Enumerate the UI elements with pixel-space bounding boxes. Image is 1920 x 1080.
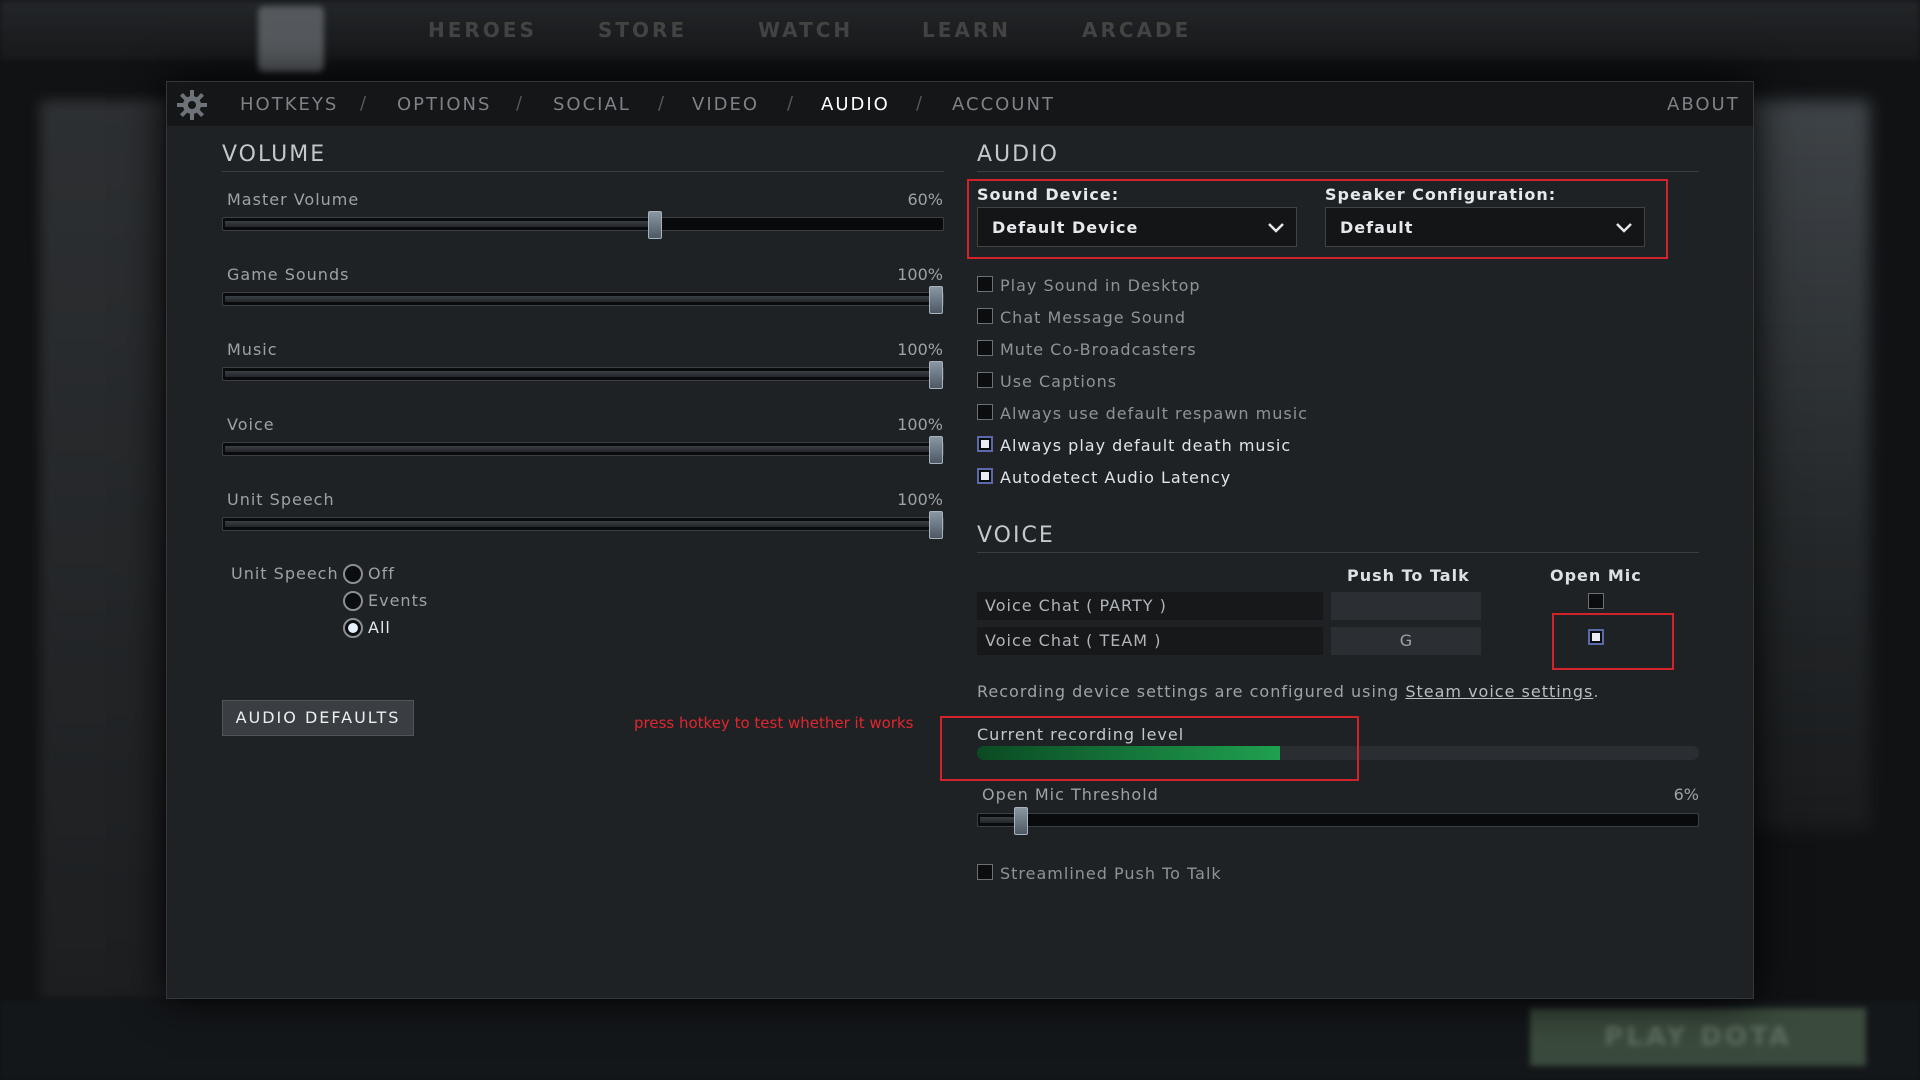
use-captions-label[interactable]: Use Captions (1000, 372, 1117, 391)
music-slider[interactable] (222, 361, 944, 389)
settings-tab-bar: HOTKEYS / OPTIONS / SOCIAL / VIDEO / AUD… (167, 82, 1753, 126)
game-sounds-value: 100% (897, 265, 943, 284)
checkbox-autodetect-latency[interactable] (977, 468, 993, 484)
default-death-music-label[interactable]: Always play default death music (1000, 436, 1291, 455)
annotation-box-recording-level (940, 716, 1359, 781)
game-sounds-slider[interactable] (222, 286, 944, 314)
tab-audio[interactable]: AUDIO (821, 94, 890, 115)
recording-info-suffix: . (1593, 682, 1600, 701)
background-left-panel (40, 100, 170, 1000)
checkbox-mute-co-broadcasters[interactable] (977, 340, 993, 356)
unit-speech-slider[interactable] (222, 511, 944, 539)
bg-nav-watch: WATCH (758, 18, 854, 42)
voice-chat-party-label: Voice Chat ( PARTY ) (977, 592, 1323, 620)
tab-account[interactable]: ACCOUNT (952, 94, 1055, 115)
about-link[interactable]: ABOUT (1667, 94, 1740, 115)
checkbox-use-captions[interactable] (977, 372, 993, 388)
radio-off-label[interactable]: Off (368, 564, 395, 583)
slider-thumb[interactable] (1014, 807, 1029, 835)
voice-chat-team-key[interactable]: G (1331, 627, 1481, 655)
slider-thumb[interactable] (929, 511, 943, 539)
voice-chat-team-label: Voice Chat ( TEAM ) (977, 627, 1323, 655)
bg-nav-arcade: ARCADE (1082, 18, 1192, 42)
open-mic-threshold-label: Open Mic Threshold (982, 785, 1159, 804)
open-mic-threshold-value: 6% (1673, 785, 1699, 804)
checkbox-chat-message-sound[interactable] (977, 308, 993, 324)
master-volume-label: Master Volume (227, 190, 360, 209)
bg-nav-learn: LEARN (922, 18, 1012, 42)
autodetect-latency-label[interactable]: Autodetect Audio Latency (1000, 468, 1231, 487)
checkbox-default-death-music[interactable] (977, 436, 993, 452)
annotation-box-open-mic (1552, 613, 1674, 670)
audio-defaults-button[interactable]: AUDIO DEFAULTS (222, 700, 414, 736)
checkbox-streamlined-push-to-talk[interactable] (977, 864, 993, 880)
settings-panel: HOTKEYS / OPTIONS / SOCIAL / VIDEO / AUD… (166, 81, 1754, 999)
radio-off[interactable] (343, 564, 363, 584)
tab-separator: / (658, 93, 665, 114)
slider-fill (225, 296, 938, 302)
voice-section-title: VOICE (977, 523, 1699, 553)
recording-device-info: Recording device settings are configured… (977, 682, 1599, 701)
play-sound-desktop-label[interactable]: Play Sound in Desktop (1000, 276, 1201, 295)
unit-speech-label: Unit Speech (227, 490, 335, 509)
dota-logo (258, 6, 324, 72)
chat-message-sound-label[interactable]: Chat Message Sound (1000, 308, 1186, 327)
volume-section-title: VOLUME (222, 142, 944, 172)
streamlined-push-to-talk-label[interactable]: Streamlined Push To Talk (1000, 864, 1222, 883)
annotation-box-sound-device (967, 179, 1668, 259)
play-dota-button: PLAY DOTA (1530, 1008, 1866, 1066)
bg-nav-heroes: HEROES (428, 18, 537, 42)
tab-separator: / (516, 93, 523, 114)
mute-co-broadcasters-label[interactable]: Mute Co-Broadcasters (1000, 340, 1197, 359)
checkbox-play-sound-desktop[interactable] (977, 276, 993, 292)
voice-chat-party-key[interactable] (1331, 592, 1481, 620)
voice-slider[interactable] (222, 436, 944, 464)
tab-social[interactable]: SOCIAL (553, 94, 631, 115)
open-mic-header: Open Mic (1550, 566, 1642, 585)
tab-hotkeys[interactable]: HOTKEYS (240, 94, 338, 115)
checkbox-default-respawn-music[interactable] (977, 404, 993, 420)
open-mic-threshold-slider[interactable] (977, 807, 1699, 835)
slider-fill (225, 521, 938, 527)
default-respawn-music-label[interactable]: Always use default respawn music (1000, 404, 1308, 423)
checkbox-party-open-mic[interactable] (1588, 593, 1604, 609)
music-label: Music (227, 340, 278, 359)
tab-separator: / (916, 93, 923, 114)
master-volume-slider[interactable] (222, 211, 944, 239)
background-right-panel (1740, 100, 1870, 830)
game-sounds-label: Game Sounds (227, 265, 350, 284)
slider-fill (225, 446, 938, 452)
tab-separator: / (787, 93, 794, 114)
push-to-talk-header: Push To Talk (1347, 566, 1470, 585)
radio-all[interactable] (343, 618, 363, 638)
slider-thumb[interactable] (929, 286, 943, 314)
master-volume-value: 60% (907, 190, 943, 209)
tab-options[interactable]: OPTIONS (397, 94, 491, 115)
voice-label: Voice (227, 415, 275, 434)
slider-fill (225, 221, 657, 227)
music-value: 100% (897, 340, 943, 359)
tab-video[interactable]: VIDEO (692, 94, 759, 115)
radio-events[interactable] (343, 591, 363, 611)
radio-events-label[interactable]: Events (368, 591, 428, 610)
voice-value: 100% (897, 415, 943, 434)
slider-fill (225, 371, 938, 377)
unit-speech-radio-label: Unit Speech (231, 564, 339, 583)
recording-info-prefix: Recording device settings are configured… (977, 682, 1406, 701)
slider-thumb[interactable] (929, 361, 943, 389)
annotation-note: press hotkey to test whether it works (634, 714, 914, 732)
audio-section-title: AUDIO (977, 142, 1699, 172)
slider-thumb[interactable] (648, 211, 662, 239)
unit-speech-value: 100% (897, 490, 943, 509)
bg-nav-store: STORE (598, 18, 688, 42)
gear-icon[interactable] (175, 88, 209, 122)
tab-separator: / (360, 93, 367, 114)
radio-all-label[interactable]: All (368, 618, 391, 637)
steam-voice-settings-link[interactable]: Steam voice settings (1405, 682, 1593, 701)
slider-thumb[interactable] (929, 436, 943, 464)
